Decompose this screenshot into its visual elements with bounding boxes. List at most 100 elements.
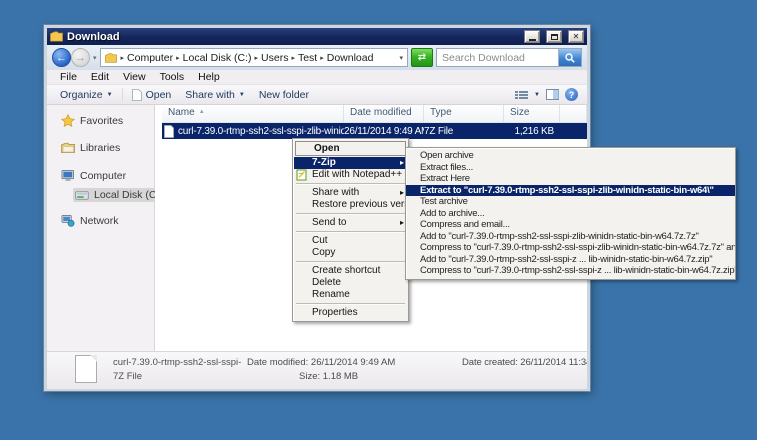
sidebar-item-network[interactable]: Network — [59, 213, 154, 228]
details-file-name: curl-7.39.0-rtmp-ssh2-ssl-sspi-zlib-wini… — [113, 357, 241, 368]
toolbar-divider — [122, 88, 123, 102]
preview-pane-icon — [546, 89, 559, 100]
menu-item-label: 7-Zip — [312, 157, 336, 168]
chevron-down-icon: ▼ — [107, 92, 113, 98]
search-input[interactable]: Search Download — [436, 48, 582, 67]
column-header-name[interactable]: Name▲ — [162, 105, 344, 122]
close-button[interactable]: ✕ — [568, 30, 584, 43]
context-menu-item-properties[interactable]: Properties — [294, 307, 407, 319]
new-folder-label: New folder — [259, 89, 309, 101]
context-menu-item-delete[interactable]: Delete — [294, 277, 407, 289]
breadcrumb-item[interactable]: Local Disk (C:) — [183, 52, 252, 64]
context-menu-item-7-zip[interactable]: 7-Zip ▸ — [294, 157, 407, 169]
network-icon — [61, 214, 75, 227]
date-modified-label: Date modified: — [247, 357, 308, 368]
address-bar: ← → ▾ ▸Computer▸Local Disk (C:)▸Users▸Te… — [47, 45, 587, 70]
navigation-pane: FavoritesLibrariesComputerLocal Disk (C:… — [47, 105, 155, 351]
folder-icon — [105, 53, 117, 63]
submenu-item[interactable]: Extract files... — [406, 162, 735, 174]
menu-separator — [296, 261, 405, 263]
submenu-item[interactable]: Open archive — [406, 150, 735, 162]
submenu-item[interactable]: Add to "curl-7.39.0-rtmp-ssh2-ssl-sspi-z… — [406, 231, 735, 243]
menubar-item-file[interactable]: File — [53, 71, 84, 83]
context-menu-item-cut[interactable]: Cut — [294, 235, 407, 247]
context-menu-item-open[interactable]: Open — [295, 141, 406, 156]
organize-button[interactable]: Organize ▼ — [53, 87, 120, 103]
submenu-item[interactable]: Extract Here — [406, 173, 735, 185]
breadcrumb[interactable]: ▸Computer▸Local Disk (C:)▸Users▸Test▸Dow… — [100, 48, 408, 67]
disk-icon — [75, 189, 89, 201]
menubar-item-help[interactable]: Help — [191, 71, 227, 83]
help-icon: ? — [565, 88, 578, 101]
new-folder-button[interactable]: New folder — [252, 87, 316, 103]
file-row[interactable]: curl-7.39.0-rtmp-ssh2-ssl-sspi-zlib-wini… — [162, 123, 587, 139]
breadcrumb-item[interactable]: Users — [261, 52, 288, 64]
column-header-date-modified[interactable]: Date modified — [344, 105, 424, 122]
menubar-item-view[interactable]: View — [116, 71, 153, 83]
views-dropdown-button[interactable]: ▼ — [531, 90, 543, 100]
breadcrumb-separator-icon: ▸ — [121, 54, 125, 62]
submenu-item[interactable]: Add to "curl-7.39.0-rtmp-ssh2-ssl-sspi-z… — [406, 254, 735, 266]
preview-pane-button[interactable] — [543, 87, 562, 102]
file-name: curl-7.39.0-rtmp-ssh2-ssl-sspi-zlib-wini… — [178, 126, 344, 137]
sidebar-item-computer[interactable]: Computer — [59, 168, 154, 183]
details-pane: curl-7.39.0-rtmp-ssh2-ssl-sspi-zlib-wini… — [47, 351, 587, 389]
menu-item-label: Send to — [312, 217, 346, 228]
notepad-plus-plus-icon — [296, 169, 308, 181]
share-with-button[interactable]: Share with ▼ — [178, 87, 252, 103]
submenu-arrow-icon: ▸ — [400, 187, 404, 199]
breadcrumb-item[interactable]: Test — [298, 52, 317, 64]
column-header-size[interactable]: Size — [504, 105, 560, 122]
sidebar-item-libraries[interactable]: Libraries — [59, 141, 154, 155]
help-button[interactable]: ? — [562, 86, 581, 103]
maximize-button[interactable] — [546, 30, 562, 43]
minimize-button[interactable] — [524, 30, 540, 43]
submenu-item[interactable]: Compress to "curl-7.39.0-rtmp-ssh2-ssl-s… — [406, 242, 735, 254]
context-menu-item-edit-with-notepad[interactable]: Edit with Notepad++ — [294, 169, 407, 181]
breadcrumb-separator-icon: ▸ — [255, 54, 259, 62]
sidebar-item-label: Local Disk (C:) — [94, 189, 163, 201]
sidebar-item-local-disk-c[interactable]: Local Disk (C:) — [73, 188, 168, 202]
context-menu-item-rename[interactable]: Rename — [294, 289, 407, 301]
sidebar-item-label: Network — [80, 215, 119, 227]
back-button[interactable]: ← — [52, 48, 71, 67]
submenu-item[interactable]: Extract to "curl-7.39.0-rtmp-ssh2-ssl-ss… — [406, 185, 735, 197]
submenu-item[interactable]: Compress and email... — [406, 219, 735, 231]
forward-button[interactable]: → — [71, 48, 90, 67]
menu-item-label: Share with — [312, 187, 359, 198]
menu-separator — [296, 231, 405, 233]
submenu-item[interactable]: Add to archive... — [406, 208, 735, 220]
search-icon[interactable] — [558, 49, 581, 66]
toolbar: Organize ▼ Open Share with ▼ New folder — [47, 85, 587, 105]
history-dropdown-icon[interactable]: ▾ — [93, 54, 97, 62]
column-header-type[interactable]: Type — [424, 105, 504, 122]
sidebar-item-favorites[interactable]: Favorites — [59, 113, 154, 128]
column-header-row: Name▲Date modifiedTypeSize — [162, 105, 587, 123]
open-button[interactable]: Open — [125, 87, 179, 103]
date-modified-value: 26/11/2014 9:49 AM — [311, 357, 395, 368]
change-view-button[interactable] — [512, 88, 531, 102]
menu-item-label: Edit with Notepad++ — [312, 169, 402, 180]
breadcrumb-item[interactable]: Computer — [127, 52, 173, 64]
breadcrumb-item[interactable]: Download — [327, 52, 374, 64]
menubar-item-tools[interactable]: Tools — [153, 71, 192, 83]
address-dropdown-icon[interactable]: ▾ — [399, 54, 403, 62]
refresh-go-button[interactable]: ⇄ — [411, 48, 433, 67]
menubar-item-edit[interactable]: Edit — [84, 71, 116, 83]
maximize-icon — [551, 34, 558, 40]
star-icon — [61, 114, 75, 127]
titlebar[interactable]: Download ✕ — [47, 28, 587, 45]
context-menu-item-copy[interactable]: Copy — [294, 247, 407, 259]
file-name-cell: curl-7.39.0-rtmp-ssh2-ssl-sspi-zlib-wini… — [162, 125, 344, 138]
context-menu-item-send-to[interactable]: Send to▸ — [294, 217, 407, 229]
context-menu-item-create-shortcut[interactable]: Create shortcut — [294, 265, 407, 277]
file-icon — [164, 125, 174, 138]
details-size: Size: 1.18 MB — [299, 371, 358, 382]
context-menu-item-restore-previous-versions[interactable]: Restore previous versions — [294, 199, 407, 211]
share-with-label: Share with — [185, 89, 235, 101]
menu-item-label: Open — [314, 143, 340, 154]
submenu-arrow-icon: ▸ — [400, 157, 404, 169]
context-menu-item-share-with[interactable]: Share with ▸ — [294, 187, 407, 199]
submenu-item[interactable]: Compress to "curl-7.39.0-rtmp-ssh2-ssl-s… — [406, 265, 735, 277]
submenu-item[interactable]: Test archive — [406, 196, 735, 208]
